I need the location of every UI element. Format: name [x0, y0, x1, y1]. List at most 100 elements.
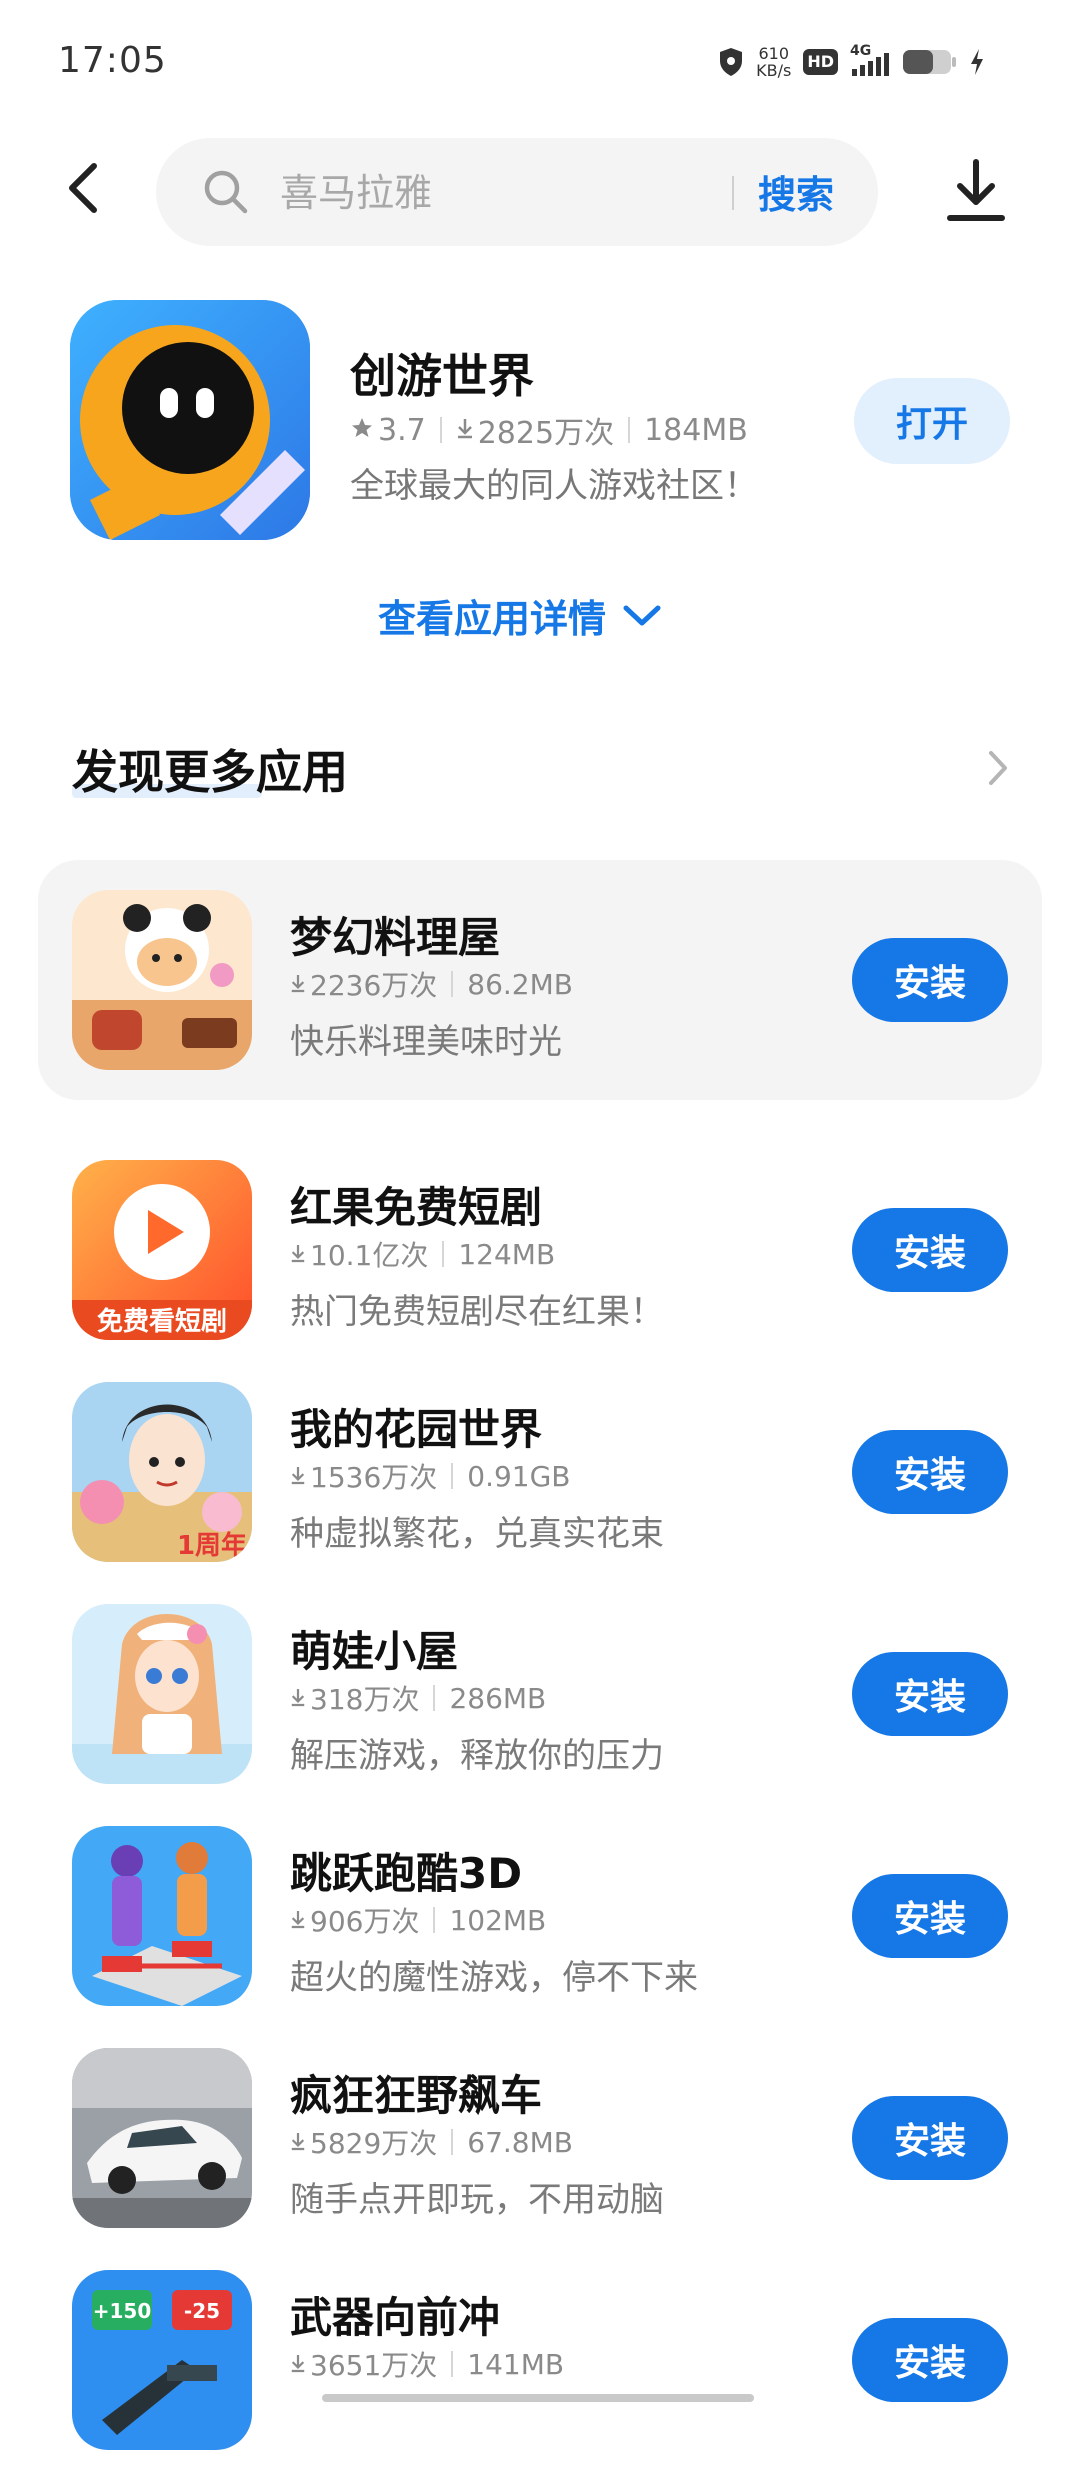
chevron-right-icon[interactable]	[986, 748, 1010, 792]
network-speed-value: 610	[758, 44, 789, 63]
app-downloads: 318万次	[310, 1683, 420, 1716]
network-speed-unit: KB/s	[756, 61, 792, 80]
hd-label: HD	[803, 49, 838, 75]
app-size: 0.91GB	[467, 1459, 571, 1493]
app-list-item[interactable]: 梦幻料理屋 2236万次 86.2MB 快乐料理美味时光 安装	[38, 860, 1042, 1100]
featured-app-name: 创游世界	[350, 349, 534, 403]
network-speed: 610 KB/s	[756, 45, 791, 79]
app-size: 102MB	[449, 1903, 547, 1937]
app-name: 我的花园世界	[290, 1405, 543, 1454]
app-downloads: 3651万次	[310, 2349, 438, 2382]
hd-icon: HD	[803, 49, 838, 75]
download-count-icon	[290, 1682, 306, 1715]
signal-icon: 4G	[850, 43, 890, 77]
meta-divider	[628, 417, 631, 443]
install-button[interactable]: 安装	[852, 2096, 1008, 2180]
search-button[interactable]: 搜索	[758, 164, 834, 219]
install-button[interactable]: 安装	[852, 1652, 1008, 1736]
app-icon	[72, 2048, 252, 2228]
app-meta: 5829万次 67.8MB	[290, 2122, 573, 2162]
search-header: 搜索	[0, 130, 1080, 250]
app-description: 随手点开即玩，不用动脑	[290, 2180, 664, 2220]
back-arrow-icon	[69, 163, 97, 213]
download-count-icon	[290, 1460, 306, 1493]
app-list-item[interactable]: +150 -25 武器向前冲 3651万次 141MB 安装	[38, 2240, 1042, 2480]
app-size: 86.2MB	[467, 967, 573, 1001]
app-list-item[interactable]: 跳跃跑酷3D 906万次 102MB 超火的魔性游戏，停不下来 安装	[38, 1796, 1042, 2036]
app-size: 141MB	[467, 2347, 565, 2381]
star-icon	[350, 413, 374, 448]
app-icon: +150 -25	[72, 2270, 252, 2450]
app-icon: 免费看短剧	[72, 1160, 252, 1340]
meta-divider	[433, 1907, 436, 1933]
status-icons: 610 KB/s HD 4G	[718, 40, 984, 84]
app-icon-badge-right: -25	[184, 2299, 220, 2323]
status-bar: 17:05 610 KB/s HD 4G	[0, 0, 1080, 110]
app-size: 124MB	[458, 1237, 556, 1271]
app-meta: 2236万次 86.2MB	[290, 964, 573, 1004]
app-description: 解压游戏，释放你的压力	[290, 1736, 664, 1776]
app-name: 武器向前冲	[290, 2293, 501, 2342]
app-icon	[72, 890, 252, 1070]
app-icon	[72, 1826, 252, 2006]
app-icon-badge: 免费看短剧	[97, 1306, 227, 1337]
app-icon	[72, 1604, 252, 1784]
app-name: 疯狂狂野飙车	[290, 2071, 543, 2120]
app-description: 热门免费短剧尽在红果！	[290, 1292, 664, 1332]
meta-divider	[451, 1463, 454, 1489]
charging-icon	[970, 48, 984, 76]
featured-app-meta: 3.7 2825万次 184MB	[350, 408, 748, 452]
meta-divider	[451, 971, 454, 997]
back-button[interactable]	[60, 158, 110, 218]
download-count-icon	[290, 2348, 306, 2381]
search-divider	[732, 176, 734, 210]
install-button[interactable]: 安装	[852, 938, 1008, 1022]
featured-app-rating: 3.7	[378, 412, 426, 448]
app-meta: 1536万次 0.91GB	[290, 1456, 571, 1496]
download-count-icon	[290, 1238, 306, 1271]
featured-app-icon	[70, 300, 310, 540]
battery-icon	[902, 47, 958, 77]
discover-more-section-header[interactable]: 发现更多应用	[0, 728, 1080, 808]
app-downloads: 5829万次	[310, 2127, 438, 2160]
install-button[interactable]: 安装	[852, 1208, 1008, 1292]
app-downloads: 1536万次	[310, 1461, 438, 1494]
section-title: 发现更多应用	[72, 745, 348, 799]
status-time: 17:05	[58, 40, 167, 81]
featured-app-size: 184MB	[644, 412, 748, 448]
signal-label: 4G	[850, 43, 872, 59]
app-description: 种虚拟繁花，兑真实花束	[290, 1514, 664, 1554]
app-list-item[interactable]: 疯狂狂野飙车 5829万次 67.8MB 随手点开即玩，不用动脑 安装	[38, 2018, 1042, 2258]
app-list-item[interactable]: 1周年 我的花园世界 1536万次 0.91GB 种虚拟繁花，兑真实花束 安装	[38, 1352, 1042, 1592]
download-icon	[947, 159, 1005, 221]
app-icon: 1周年	[72, 1382, 252, 1562]
app-meta: 318万次 286MB	[290, 1678, 546, 1718]
search-box[interactable]: 搜索	[156, 138, 878, 246]
app-name: 梦幻料理屋	[290, 913, 501, 962]
install-button[interactable]: 安装	[852, 1874, 1008, 1958]
app-size: 286MB	[449, 1681, 547, 1715]
download-manager-button[interactable]	[944, 156, 1008, 226]
app-description: 超火的魔性游戏，停不下来	[290, 1958, 698, 1998]
search-input[interactable]	[278, 162, 762, 224]
install-button[interactable]: 安装	[852, 1430, 1008, 1514]
featured-app-description: 全球最大的同人游戏社区！	[350, 466, 758, 506]
app-name: 萌娃小屋	[290, 1627, 459, 1676]
featured-app-card[interactable]: 创游世界 3.7 2825万次 184MB 全球最大的同人游戏社区！ 打开	[0, 296, 1080, 546]
featured-app-downloads: 2825万次	[477, 416, 615, 451]
download-count-icon	[290, 2126, 306, 2159]
view-app-details-link[interactable]: 查看应用详情	[0, 588, 1080, 643]
meta-divider	[451, 2129, 454, 2155]
meta-divider	[451, 2351, 454, 2377]
app-list-item[interactable]: 萌娃小屋 318万次 286MB 解压游戏，释放你的压力 安装	[38, 1574, 1042, 1814]
home-indicator[interactable]	[322, 2394, 754, 2402]
install-button[interactable]: 安装	[852, 2318, 1008, 2402]
open-button[interactable]: 打开	[854, 378, 1010, 464]
shield-icon	[718, 47, 744, 77]
app-name: 跳跃跑酷3D	[290, 1849, 523, 1898]
app-icon-badge-left: +150	[93, 2299, 152, 2323]
meta-divider	[439, 417, 442, 443]
app-list-item[interactable]: 免费看短剧 红果免费短剧 10.1亿次 124MB 热门免费短剧尽在红果！ 安装	[38, 1130, 1042, 1370]
chevron-down-icon	[623, 605, 661, 625]
app-downloads: 10.1亿次	[310, 1239, 429, 1272]
